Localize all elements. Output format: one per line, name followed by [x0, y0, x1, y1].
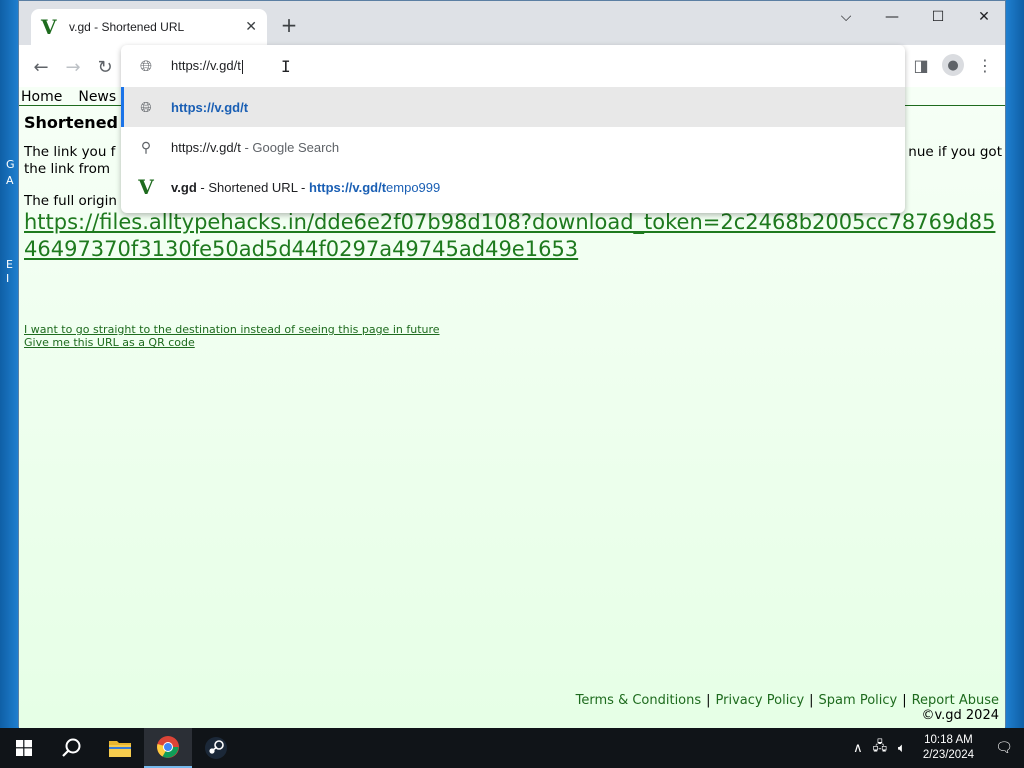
chrome-taskbar-button[interactable]	[144, 728, 192, 768]
minimize-button[interactable]: —	[869, 5, 915, 29]
address-input-text: https://v.gd/t	[171, 58, 241, 74]
new-tab-button[interactable]: +	[277, 13, 301, 37]
suggestion-url-match: https://v.gd/t	[309, 179, 387, 195]
reload-button[interactable]: ↻	[91, 53, 119, 81]
address-input[interactable]: https://v.gd/t	[171, 58, 671, 74]
skip-preview-link[interactable]: I want to go straight to the destination…	[24, 323, 440, 336]
chrome-icon	[157, 736, 179, 758]
copyright-text: ©v.gd 2024	[921, 708, 999, 723]
desktop-text-fragment: I	[6, 272, 10, 285]
search-button[interactable]	[48, 728, 96, 768]
ibeam-cursor-icon: I	[281, 57, 291, 76]
address-bar[interactable]: 🌐︎ https://v.gd/t	[121, 45, 905, 87]
suggestion-search-query: https://v.gd/t	[171, 139, 241, 155]
terms-link[interactable]: Terms & Conditions	[576, 693, 702, 708]
tab-vgd[interactable]: V v.gd - Shortened URL ✕	[31, 9, 267, 45]
notification-icon[interactable]: 🗨︎	[984, 740, 1024, 756]
side-panel-icon[interactable]: ◨	[909, 53, 933, 77]
volume-icon[interactable]: 🔈︎	[891, 741, 913, 756]
tab-search-chevron-icon[interactable]: ⌵	[823, 5, 869, 29]
info-text-left: The link you f	[24, 144, 116, 160]
menu-kebab-icon[interactable]: ⋮	[973, 53, 997, 77]
taskbar: ∧ 🖧︎ 🔈︎ 10:18 AM 2/23/2024 🗨︎	[0, 728, 1024, 768]
folder-icon	[109, 741, 131, 757]
suggestion-search[interactable]: ⚲ https://v.gd/t - Google Search	[121, 127, 905, 167]
windows-logo-icon	[16, 740, 32, 756]
maximize-button[interactable]: ☐	[915, 5, 961, 29]
steam-icon	[205, 737, 227, 759]
page-title: Shortened	[24, 113, 118, 132]
info-text-line2: the link from	[24, 161, 111, 177]
chevron-up-icon[interactable]: ∧	[847, 741, 869, 756]
suggestion-history-text: v.gd - Shortened URL - https://v.gd/temp…	[171, 180, 440, 195]
vgd-favicon-icon: V	[41, 15, 57, 39]
vgd-favicon-icon: V	[138, 175, 154, 199]
original-url-label: The full origin	[24, 193, 117, 209]
system-tray: ∧ 🖧︎ 🔈︎ 10:18 AM 2/23/2024 🗨︎	[847, 728, 1024, 768]
suggestion-search-text: https://v.gd/t - Google Search	[171, 140, 339, 155]
suggestion-search-suffix: - Google Search	[240, 139, 340, 155]
tab-bar: V v.gd - Shortened URL ✕ + ⌵ — ☐ ✕	[19, 1, 1005, 45]
forward-button[interactable]: →	[59, 53, 87, 81]
suggestion-history[interactable]: V v.gd - Shortened URL - https://v.gd/te…	[121, 167, 905, 207]
suggestion-title: - Shortened URL -	[196, 179, 309, 195]
footer-links: Terms & Conditions | Privacy Policy | Spam P…	[576, 693, 999, 708]
steam-taskbar-button[interactable]	[192, 728, 240, 768]
clock-date: 2/23/2024	[922, 749, 974, 761]
tab-title: v.gd - Shortened URL	[69, 20, 185, 34]
desktop-text-fragment: A	[6, 174, 14, 187]
profile-button[interactable]: ●	[941, 53, 965, 77]
desktop-text-fragment: G	[6, 158, 15, 171]
report-abuse-link[interactable]: Report Abuse	[912, 693, 999, 708]
suggestion-url[interactable]: 🌐︎ https://v.gd/t	[121, 87, 905, 127]
network-icon[interactable]: 🖧︎	[869, 737, 891, 759]
footer-separator: |	[706, 693, 711, 708]
browser-window: V v.gd - Shortened URL ✕ + ⌵ — ☐ ✕ ← → ↻…	[18, 0, 1006, 728]
globe-icon: 🌐︎	[140, 98, 152, 115]
text-caret	[241, 59, 243, 74]
close-window-button[interactable]: ✕	[961, 5, 1007, 29]
suggestion-site: v.gd	[171, 179, 197, 195]
start-button[interactable]	[0, 728, 48, 768]
back-button[interactable]: ←	[27, 53, 55, 81]
clock-time: 10:18 AM	[924, 734, 973, 746]
desktop-text-fragment: E	[6, 258, 13, 271]
toolbar-right-icons: ◨ ● ⋮	[909, 53, 997, 77]
qr-code-link[interactable]: Give me this URL as a QR code	[24, 336, 195, 349]
spam-policy-link[interactable]: Spam Policy	[819, 693, 898, 708]
nav-news-link[interactable]: News	[78, 89, 116, 105]
avatar-icon: ●	[942, 54, 964, 76]
clock[interactable]: 10:18 AM 2/23/2024	[923, 733, 974, 763]
suggestion-url-rest: empo999	[386, 179, 441, 195]
omnibox-dropdown: 🌐︎ https://v.gd/t I 🌐︎ https://v.gd/t ⚲ …	[121, 45, 905, 213]
privacy-link[interactable]: Privacy Policy	[716, 693, 805, 708]
footer-separator: |	[809, 693, 814, 708]
file-explorer-button[interactable]	[96, 728, 144, 768]
site-nav: Home News	[21, 89, 116, 105]
tab-close-icon[interactable]: ✕	[245, 19, 257, 35]
footer-separator: |	[902, 693, 907, 708]
search-icon	[62, 738, 81, 757]
destination-url-link[interactable]: https://files.alltypehacks.in/dde6e2f07b…	[24, 209, 999, 263]
nav-home-link[interactable]: Home	[21, 89, 62, 105]
search-icon: ⚲	[140, 138, 152, 155]
info-text-right: nue if you got	[908, 144, 1002, 160]
globe-icon: 🌐︎	[139, 57, 152, 75]
suggestion-url-text: https://v.gd/t	[171, 99, 249, 115]
